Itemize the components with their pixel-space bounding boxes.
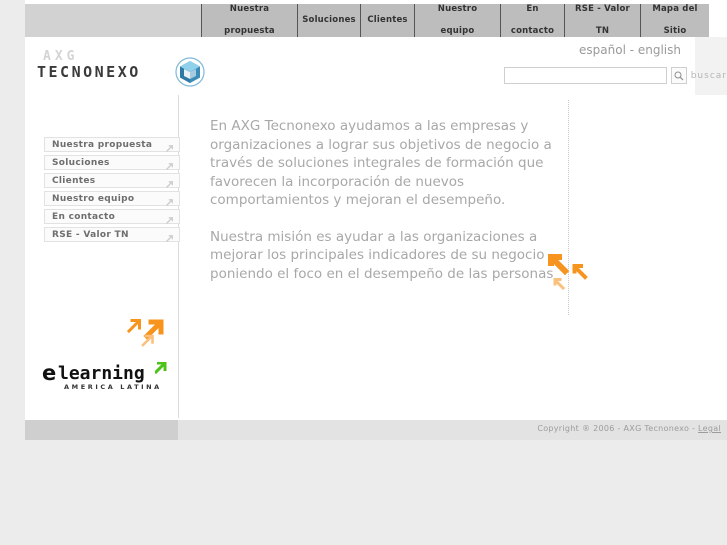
content-area: Nuestra propuesta Soluciones Clientes Nu… (25, 95, 727, 418)
logo-axg-text: AXG (43, 49, 79, 64)
nav-label-line1: Nuestra (229, 4, 270, 14)
footer-left-block (25, 420, 178, 440)
sidebar-item-clientes[interactable]: Clientes (44, 173, 180, 188)
nav-item-soluciones[interactable]: Soluciones (297, 4, 360, 37)
copyright-label: Copyright ® 2006 - AXG Tecnonexo - (537, 424, 699, 433)
legal-link[interactable]: Legal (698, 424, 721, 433)
site-logo[interactable]: AXG TECNONEXO (35, 49, 215, 89)
nav-label-line1: Nuestro (437, 4, 478, 14)
nav-label-line2: Sitio (663, 26, 687, 36)
sidebar-menu: Nuestra propuesta Soluciones Clientes Nu… (44, 137, 180, 245)
search-icon[interactable] (670, 67, 687, 84)
elearning-word: learning (58, 363, 145, 384)
sidebar-item-nuestra-propuesta[interactable]: Nuestra propuesta (44, 137, 180, 152)
site-footer: Copyright ® 2006 - AXG Tecnonexo - Legal (25, 420, 727, 440)
search-bar: buscar (503, 67, 727, 84)
nav-label-line1: Mapa del (652, 4, 698, 14)
orange-arrows-up-right-icon (125, 303, 185, 348)
copyright-text: Copyright ® 2006 - AXG Tecnonexo - Legal (537, 424, 721, 433)
language-selector[interactable]: español - english (579, 43, 681, 57)
nav-label-line1: RSE - Valor (575, 4, 630, 14)
sidebar-item-en-contacto[interactable]: En contacto (44, 209, 180, 224)
search-button[interactable]: buscar (691, 71, 727, 81)
search-input[interactable] (503, 67, 667, 84)
sidebar-item-rse-valor-tn[interactable]: RSE - Valor TN (44, 227, 180, 242)
green-arrow-icon (153, 360, 167, 379)
nav-item-mapa-del-sitio[interactable]: Mapa del Sitio (640, 4, 709, 37)
paragraph-1: En AXG Tecnonexo ayudamos a las empresas… (210, 118, 552, 208)
paragraph-2: Nuestra misión es ayudar a las organizac… (210, 228, 554, 282)
nav-label-line1: En (526, 4, 539, 14)
sidebar-item-label: Nuestra propuesta (52, 139, 153, 150)
page-container: Nuestra propuesta Soluciones Clientes Nu… (25, 0, 727, 440)
site-header: AXG TECNONEXO español - english buscar (25, 37, 727, 95)
arrow-up-right-icon (164, 229, 175, 248)
main-copy: En AXG Tecnonexo ayudamos a las empresas… (210, 117, 560, 301)
elearning-logo: e learning AMERICA LATINA (42, 360, 167, 395)
sidebar-item-label: RSE - Valor TN (52, 229, 129, 240)
nav-item-nuestro-equipo[interactable]: Nuestro equipo (414, 4, 500, 37)
top-navigation: Nuestra propuesta Soluciones Clientes Nu… (25, 4, 727, 38)
nav-label: Soluciones (302, 15, 356, 25)
orange-arrows-up-left-icon (525, 250, 595, 300)
nav-label-line2: TN (595, 26, 610, 36)
sidebar-item-label: Nuestro equipo (52, 193, 135, 204)
nav-label-line2: contacto (510, 26, 555, 36)
nav-label-line2: propuesta (224, 26, 275, 36)
sidebar-item-label: Soluciones (52, 157, 110, 168)
elearning-subtitle: AMERICA LATINA (64, 383, 162, 391)
sidebar-item-soluciones[interactable]: Soluciones (44, 155, 180, 170)
logo-tecnonexo-text: TECNONEXO (37, 63, 141, 81)
cube-icon (175, 57, 205, 87)
nav-spacer (25, 4, 201, 37)
header-right-strip (695, 37, 727, 95)
nav-label: Clientes (367, 15, 408, 25)
sidebar-item-label: En contacto (52, 211, 116, 222)
nav-item-en-contacto[interactable]: En contacto (500, 4, 564, 37)
language-label[interactable]: español - english (579, 43, 681, 57)
nav-label-line2: equipo (440, 26, 475, 36)
nav-item-rse-valor-tn[interactable]: RSE - Valor TN (564, 4, 640, 37)
nav-item-clientes[interactable]: Clientes (360, 4, 414, 37)
sidebar-item-label: Clientes (52, 175, 96, 186)
nav-item-nuestra-propuesta[interactable]: Nuestra propuesta (201, 4, 297, 37)
elearning-e: e (42, 361, 57, 385)
sidebar-item-nuestro-equipo[interactable]: Nuestro equipo (44, 191, 180, 206)
